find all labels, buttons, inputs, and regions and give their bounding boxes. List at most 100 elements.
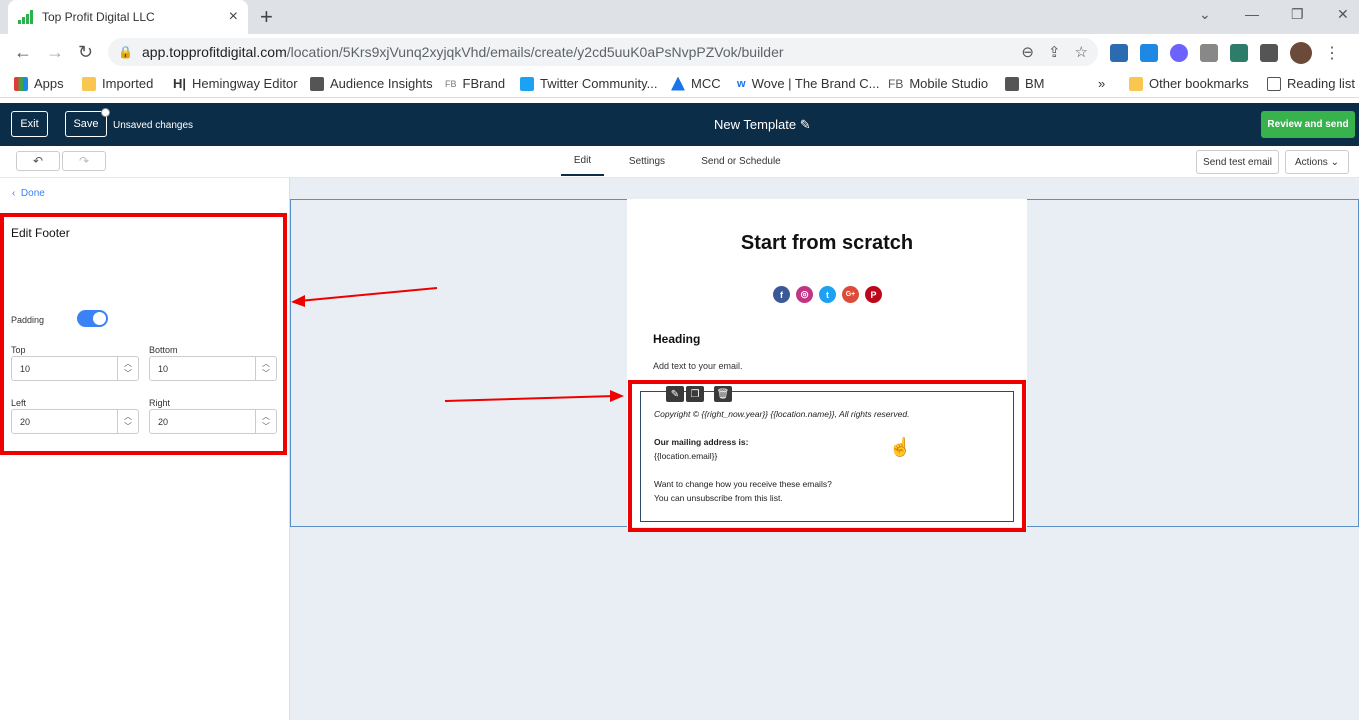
tab-close-icon[interactable]: ×	[229, 8, 238, 26]
extensions-puzzle-icon[interactable]	[1260, 44, 1278, 62]
bookmark-other[interactable]: Other bookmarks	[1129, 76, 1249, 91]
ads-icon	[671, 76, 685, 91]
padding-left-input[interactable]: 20 ︿ ﹀	[11, 409, 139, 434]
bookmarks-overflow[interactable]: »	[1098, 76, 1105, 91]
folder-icon	[1129, 76, 1143, 91]
stepper-icon[interactable]: ︿ ﹀	[255, 357, 276, 380]
extension-s-icon[interactable]	[1110, 44, 1128, 62]
profile-avatar[interactable]	[1290, 42, 1312, 64]
url-path: /location/5Krs9xjVunq2xyjqkVhd/emails/cr…	[286, 44, 784, 60]
window-close-icon[interactable]: ✕	[1337, 6, 1349, 23]
redo-icon: ↷	[78, 154, 90, 168]
minimize-icon[interactable]: —	[1245, 6, 1259, 22]
bookmark-audience-insights[interactable]: Audience Insights	[310, 76, 433, 91]
sidebar: ‹ Done Edit Footer Padding Top Bottom 10…	[0, 178, 290, 720]
facebook-icon[interactable]: f	[773, 286, 790, 303]
pinterest-icon[interactable]: P	[865, 286, 882, 303]
done-link[interactable]: ‹ Done	[12, 188, 45, 199]
apps-grid-icon	[14, 76, 28, 91]
stepper-icon[interactable]: ︿ ﹀	[255, 410, 276, 433]
footer-block[interactable]: ✎ ❐ 🗑 Copyright © {{right_now.year}} {{l…	[640, 386, 1014, 522]
twitter-icon[interactable]: t	[819, 286, 836, 303]
image-icon	[310, 76, 324, 91]
stepper-icon[interactable]: ︿ ﹀	[117, 410, 138, 433]
bottom-label: Bottom	[149, 345, 178, 355]
bookmark-twitter-community[interactable]: Twitter Community...	[520, 76, 658, 91]
reload-icon[interactable]: ↻	[78, 42, 93, 63]
send-test-email-button[interactable]: Send test email	[1196, 150, 1279, 174]
right-label: Right	[149, 398, 171, 408]
share-icon[interactable]: ⇪	[1048, 43, 1061, 61]
forward-icon[interactable]: →	[46, 42, 64, 63]
unsaved-changes-label: Unsaved changes	[113, 120, 194, 131]
browser-tab-strip: Top Profit Digital LLC × + ⌄ — ❐ ✕	[0, 0, 1359, 34]
hand-cursor-icon: ☝	[889, 437, 912, 457]
exit-button[interactable]: Exit	[11, 111, 48, 137]
zoom-icon[interactable]: ⊖	[1021, 43, 1034, 61]
extension-flower-icon[interactable]	[1170, 44, 1188, 62]
builder-subbar: ↶ ↷ Edit Settings Send or Schedule Send …	[0, 146, 1359, 178]
email-title[interactable]: Start from scratch	[627, 232, 1027, 255]
redo-button[interactable]: ↷	[62, 151, 106, 171]
email-body-text[interactable]: Add text to your email.	[653, 361, 743, 371]
left-label: Left	[11, 398, 27, 408]
wove-icon: w	[737, 77, 746, 90]
back-icon[interactable]: ←	[14, 42, 32, 63]
bookmark-mobile-studio[interactable]: FB Mobile Studio	[888, 76, 988, 91]
stepper-icon[interactable]: ︿ ﹀	[117, 357, 138, 380]
restore-icon[interactable]: ❐	[1291, 6, 1304, 23]
undo-button[interactable]: ↶	[16, 151, 60, 171]
edit-pencil-icon[interactable]: ✎	[800, 117, 811, 132]
address-bar[interactable]: 🔒 app.topprofitdigital.com/location/5Krs…	[108, 38, 1098, 66]
tab-search-icon[interactable]: ⌄	[1199, 6, 1211, 23]
top-label: Top	[11, 345, 26, 355]
footer-unsubscribe: You can unsubscribe from this list.	[654, 493, 783, 503]
new-tab-button[interactable]: +	[260, 4, 273, 30]
browser-tab[interactable]: Top Profit Digital LLC ×	[8, 0, 248, 34]
template-title[interactable]: New Template ✎	[714, 117, 811, 133]
padding-top-input[interactable]: 10 ︿ ﹀	[11, 356, 139, 381]
tab-edit[interactable]: Edit	[561, 146, 604, 176]
hemingway-icon: H|	[173, 76, 187, 91]
bookmark-wove[interactable]: w Wove | The Brand C...	[737, 76, 879, 91]
padding-bottom-input[interactable]: 10 ︿ ﹀	[149, 356, 277, 381]
edit-icon[interactable]: ✎	[666, 386, 684, 402]
review-and-send-button[interactable]: Review and send	[1261, 111, 1355, 138]
bookmark-apps[interactable]: Apps	[14, 76, 64, 91]
bookmark-mcc[interactable]: MCC	[671, 76, 721, 91]
bookmark-reading-list[interactable]: Reading list	[1267, 76, 1355, 91]
tab-settings[interactable]: Settings	[617, 146, 677, 176]
extension-code-icon[interactable]	[1200, 44, 1218, 62]
folder-icon	[82, 76, 96, 91]
instagram-icon[interactable]: ◎	[796, 286, 813, 303]
bookmarks-bar: Apps Imported H| Hemingway Editor Audienc…	[0, 70, 1359, 98]
padding-toggle[interactable]	[77, 310, 108, 327]
extension-1-icon[interactable]	[1140, 44, 1158, 62]
extension-v-icon[interactable]	[1230, 44, 1248, 62]
image-icon	[1005, 76, 1019, 91]
delete-icon[interactable]: 🗑	[714, 386, 732, 402]
browser-toolbar: ← → ↻ 🔒 app.topprofitdigital.com/locatio…	[0, 34, 1359, 70]
chevron-down-icon: ⌄	[1330, 156, 1339, 168]
padding-right-input[interactable]: 20 ︿ ﹀	[149, 409, 277, 434]
bookmark-bm[interactable]: BM	[1005, 76, 1045, 91]
bookmark-fbrand[interactable]: FB FBrand	[445, 76, 505, 91]
bookmark-star-icon[interactable]: ☆	[1075, 43, 1088, 61]
unsaved-indicator-dot	[101, 108, 110, 117]
actions-dropdown[interactable]: Actions ⌄	[1285, 150, 1349, 174]
chrome-menu-icon[interactable]: ⋮	[1324, 43, 1340, 63]
email-heading[interactable]: Heading	[653, 332, 700, 346]
bookmark-imported[interactable]: Imported	[82, 76, 153, 91]
padding-label: Padding	[11, 315, 45, 325]
footer-email: {{location.email}}	[654, 451, 718, 461]
url-host: app.topprofitdigital.com	[142, 44, 287, 60]
twitter-community-icon	[520, 76, 534, 91]
save-button[interactable]: Save	[65, 111, 107, 137]
duplicate-icon[interactable]: ❐	[686, 386, 704, 402]
site-favicon-icon	[18, 10, 34, 24]
google-plus-icon[interactable]: G+	[842, 286, 859, 303]
undo-icon: ↶	[32, 154, 44, 168]
tab-send-or-schedule[interactable]: Send or Schedule	[692, 146, 790, 176]
bookmark-hemingway[interactable]: H| Hemingway Editor	[173, 76, 298, 91]
footer-highlight: ✎ ❐ 🗑 Copyright © {{right_now.year}} {{l…	[628, 380, 1026, 532]
